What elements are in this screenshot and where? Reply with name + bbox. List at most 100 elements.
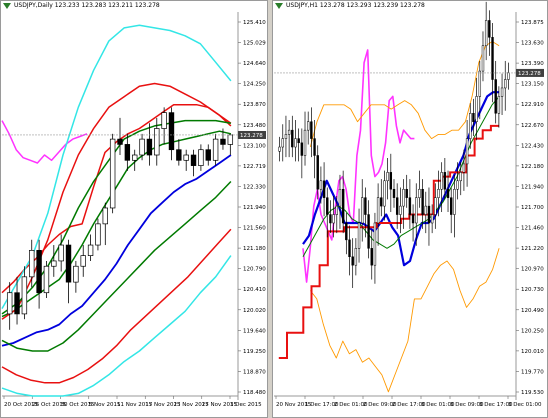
- price-tick-label: 121.940: [521, 184, 544, 190]
- line-blue: [1, 154, 232, 347]
- candle-body: [421, 188, 424, 215]
- candle-body: [284, 134, 288, 139]
- hourly-chart-title: USDJPY,H1 123.278 123.293 123.239 123.27…: [286, 2, 425, 9]
- line-green_mid: [1, 130, 232, 318]
- candle-body: [329, 214, 332, 224]
- candle-body: [146, 138, 153, 156]
- price-tick-label: 119.770: [521, 369, 544, 375]
- candle-body: [453, 188, 456, 215]
- candle-body: [402, 188, 405, 207]
- candle-body: [424, 205, 427, 215]
- candle-body: [303, 129, 307, 156]
- candle-body: [472, 113, 475, 122]
- hourly-chart-canvas[interactable]: 123.875 123.630 123.390 123.150 122.910 122.6…: [272, 0, 548, 418]
- daily-chart-title: USDJPY,Daily 123.233 123.283 123.211 123…: [14, 2, 160, 9]
- candle-body: [478, 70, 482, 97]
- candle-body: [465, 138, 469, 165]
- hourly-chart-pane[interactable]: 123.875 123.630 123.390 123.150 122.910 122.6…: [272, 0, 548, 418]
- candle-body: [281, 138, 284, 148]
- candle-body: [462, 163, 466, 173]
- candle-body: [430, 214, 434, 224]
- candle-body: [154, 128, 160, 156]
- candle-body: [399, 205, 402, 215]
- candle-body: [389, 172, 393, 190]
- price-tick-label: 123.630: [521, 41, 544, 47]
- candle-body: [73, 265, 79, 283]
- price-tick-label: 120.020: [243, 308, 266, 314]
- candle-body: [227, 134, 234, 145]
- candle-body: [36, 249, 42, 294]
- candle-body: [80, 255, 86, 267]
- price-tick-label: 118.870: [243, 369, 266, 375]
- candle-body: [117, 138, 123, 145]
- price-tick-label: 122.330: [243, 184, 266, 190]
- price-tick-label: 120.490: [521, 308, 544, 314]
- candle-body: [65, 244, 72, 283]
- price-tick-label: 120.010: [521, 349, 544, 355]
- candle-body: [294, 138, 297, 148]
- candle-body: [341, 188, 345, 224]
- candle-body: [364, 197, 367, 215]
- candle-body: [43, 265, 50, 294]
- candle-body: [405, 188, 408, 198]
- daily-chart-pane[interactable]: 125.410 125.029 124.640 124.250 123.870 123.4…: [0, 0, 268, 418]
- candle-body: [408, 197, 412, 215]
- price-tick-label: 123.870: [243, 102, 266, 108]
- candle-body: [443, 172, 447, 190]
- price-tick-label: 120.970: [521, 267, 544, 273]
- candle-body: [446, 188, 450, 198]
- daily-chart-canvas[interactable]: 125.410 125.029 124.640 124.250 123.870 123.4…: [0, 0, 268, 418]
- candle-body: [109, 138, 116, 209]
- candle-body: [14, 292, 20, 315]
- candle-body: [306, 121, 310, 131]
- candle-body: [220, 138, 226, 145]
- price-tick-label: 122.430: [521, 143, 544, 149]
- candle-body: [488, 20, 491, 38]
- price-tick-label: 120.250: [521, 328, 544, 334]
- price-tick-label: 119.530: [521, 390, 544, 396]
- price-tick-label: 124.250: [243, 82, 266, 88]
- candle-body: [395, 197, 399, 215]
- price-tick-label: 120.730: [521, 287, 544, 293]
- candle-body: [370, 248, 373, 266]
- candle-body: [418, 188, 421, 198]
- candle-body: [434, 197, 437, 215]
- candle-body: [357, 222, 361, 249]
- candle-body: [198, 149, 204, 166]
- candle-body: [494, 79, 497, 114]
- candle-body: [427, 205, 431, 224]
- price-tick-label: 122.180: [521, 164, 544, 170]
- price-tick-label: 124.640: [243, 61, 266, 67]
- candle-body: [300, 142, 304, 156]
- candle-body: [58, 244, 64, 262]
- candle-body: [310, 121, 313, 139]
- candle-body: [361, 197, 364, 224]
- candle-body: [335, 205, 338, 215]
- candle-body: [383, 180, 386, 207]
- candle-body: [386, 172, 389, 182]
- candle-body: [6, 292, 13, 315]
- candle-body: [316, 155, 319, 190]
- candle-body: [440, 172, 443, 190]
- candle-body: [313, 138, 316, 156]
- candle-body: [319, 180, 323, 190]
- candle-body: [124, 144, 131, 161]
- candle-body: [322, 180, 326, 198]
- price-tick-label: 120.790: [243, 267, 266, 273]
- candle-body: [481, 45, 485, 72]
- candle-body: [376, 197, 380, 224]
- candle-body: [287, 129, 291, 135]
- candle-body: [176, 149, 182, 161]
- line-red_up: [1, 82, 232, 320]
- candle-body: [87, 244, 94, 256]
- price-tick-label: 125.410: [243, 20, 266, 26]
- price-tick-label: 122.910: [521, 102, 544, 108]
- price-tick-label: 119.640: [243, 328, 266, 334]
- price-tick-label: 123.875: [521, 20, 544, 26]
- candle-body: [297, 138, 300, 144]
- candle-body: [348, 239, 351, 257]
- price-tick-label: 121.940: [243, 205, 266, 211]
- price-tick-label: 123.100: [243, 143, 266, 149]
- price-tick-label: 125.029: [243, 41, 266, 47]
- line-green_up: [1, 119, 232, 315]
